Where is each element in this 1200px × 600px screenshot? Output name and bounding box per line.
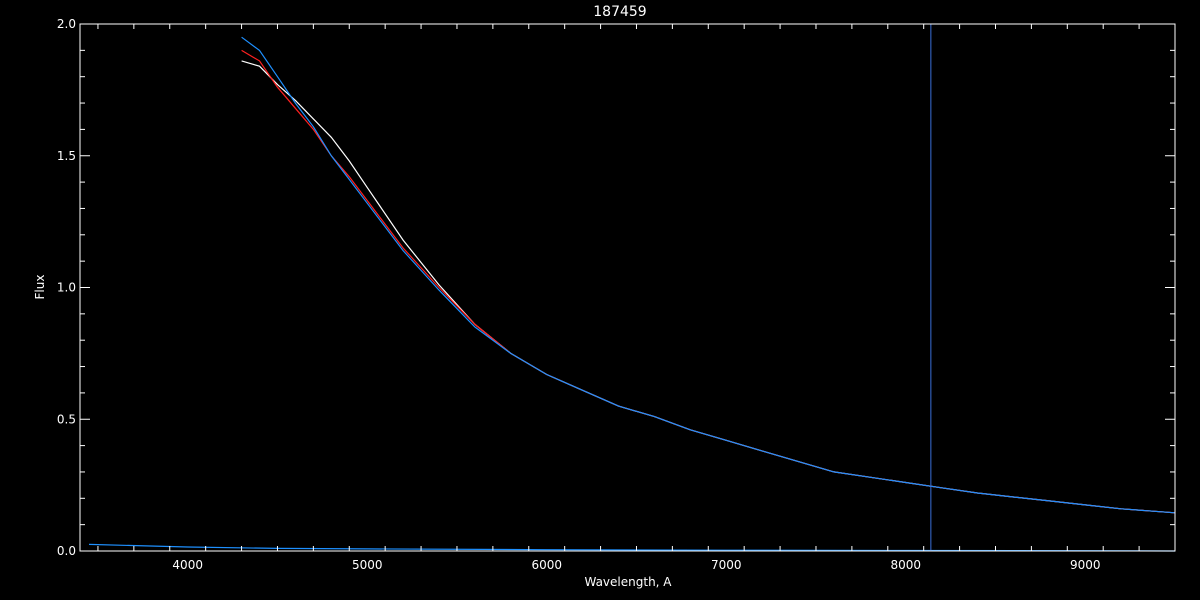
x-tick-label: 7000 <box>711 558 742 572</box>
x-tick-label: 9000 <box>1070 558 1101 572</box>
x-tick-label: 6000 <box>531 558 562 572</box>
y-tick-label: 1.5 <box>57 149 76 163</box>
y-axis-label: Flux <box>33 275 47 300</box>
y-tick-label: 2.0 <box>57 17 76 31</box>
plot-background <box>0 0 1200 600</box>
x-axis-label: Wavelength, A <box>584 575 672 589</box>
chart-title: 187459 <box>593 4 646 20</box>
x-tick-label: 5000 <box>352 558 383 572</box>
y-tick-label: 1.0 <box>57 281 76 295</box>
y-tick-label: 0.5 <box>57 412 76 426</box>
x-tick-label: 8000 <box>890 558 921 572</box>
spectrum-chart: 187459 Wavelength, A Flux 4000 5000 6000 70… <box>0 0 1200 600</box>
y-tick-label: 0.0 <box>57 544 76 558</box>
x-tick-label: 4000 <box>172 558 203 572</box>
